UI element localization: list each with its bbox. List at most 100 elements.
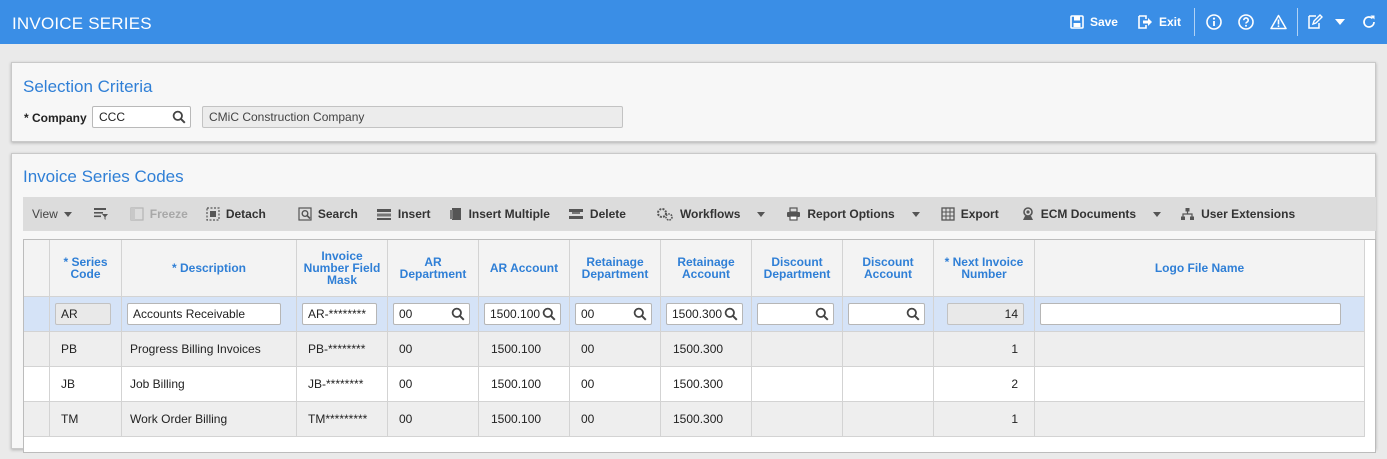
insert-multiple-icon <box>449 208 461 220</box>
search-icon[interactable] <box>633 307 647 321</box>
discount-department-cell <box>752 367 843 402</box>
table-row[interactable]: AR Accounts Receivable AR-******** 00 15… <box>24 297 1375 332</box>
row-selector[interactable] <box>24 332 50 367</box>
next-invoice-number-cell: 1 <box>934 402 1035 437</box>
column-header-retainage-department[interactable]: Retainage Department <box>570 240 661 297</box>
detach-button[interactable]: Detach <box>197 197 275 231</box>
retainage-account-cell: 1500.300 <box>661 402 752 437</box>
invoice-series-codes-heading: Invoice Series Codes <box>23 167 184 186</box>
user-extensions-button[interactable]: User Extensions <box>1171 197 1304 231</box>
ecm-documents-button[interactable]: ECM Documents <box>1012 197 1145 231</box>
edit-button[interactable] <box>1301 0 1329 44</box>
column-header-series-code[interactable]: * Series Code <box>50 240 122 297</box>
workflows-dropdown[interactable] <box>749 197 771 231</box>
search-icon[interactable] <box>451 307 465 321</box>
info-button[interactable] <box>1198 0 1230 44</box>
ar-department-cell: 00 <box>388 402 479 437</box>
warning-icon <box>1269 14 1287 30</box>
report-options-dropdown[interactable] <box>904 197 926 231</box>
warning-button[interactable] <box>1262 0 1294 44</box>
retainage-account-input[interactable]: 1500.300 <box>666 303 743 325</box>
help-button[interactable] <box>1230 0 1262 44</box>
chevron-down-icon <box>1153 211 1162 217</box>
discount-account-input[interactable] <box>848 303 925 325</box>
freeze-label: Freeze <box>149 207 188 221</box>
ar-department-cell: 00 <box>388 332 479 367</box>
column-header-description[interactable]: * Description <box>122 240 297 297</box>
exit-label: Exit <box>1158 15 1181 29</box>
row-selector[interactable] <box>24 402 50 437</box>
column-header-discount-account[interactable]: Discount Account <box>843 240 934 297</box>
view-menu[interactable]: View <box>23 197 81 231</box>
table-row[interactable]: TM Work Order Billing TM********* 00 150… <box>24 402 1375 437</box>
logo-file-name-input[interactable] <box>1040 303 1341 325</box>
column-header-retainage-account[interactable]: Retainage Account <box>661 240 752 297</box>
discount-account-cell <box>843 402 934 437</box>
delete-icon <box>568 209 583 219</box>
column-header-next-invoice-number[interactable]: * Next Invoice Number <box>934 240 1035 297</box>
retainage-account-cell: 1500.300 <box>661 332 752 367</box>
ar-account-value: 1500.100 <box>490 307 541 321</box>
title-bar: INVOICE SERIES Save Exit <box>0 0 1387 44</box>
column-header-ar-account[interactable]: AR Account <box>479 240 570 297</box>
freeze-button[interactable]: Freeze <box>121 197 197 231</box>
export-button[interactable]: Export <box>932 197 1008 231</box>
delete-button[interactable]: Delete <box>559 197 635 231</box>
edit-menu-dropdown[interactable] <box>1329 0 1351 44</box>
logo-file-name-cell <box>1035 367 1365 402</box>
retainage-department-value: 00 <box>581 307 595 321</box>
insert-multiple-label: Insert Multiple <box>468 207 550 221</box>
column-header-invoice-mask[interactable]: Invoice Number Field Mask <box>297 240 388 297</box>
mask-cell: JB-******** <box>297 367 388 402</box>
exit-button[interactable]: Exit <box>1128 0 1191 44</box>
search-icon[interactable] <box>815 307 829 321</box>
ar-department-input[interactable]: 00 <box>393 303 470 325</box>
description-input[interactable]: Accounts Receivable <box>127 303 281 325</box>
row-selector[interactable] <box>24 297 50 332</box>
grid-toolbar: View Freeze Detach Search Insert Insert … <box>23 197 1376 231</box>
save-button[interactable]: Save <box>1060 0 1128 44</box>
search-button[interactable]: Search <box>289 197 367 231</box>
ecm-documents-label: ECM Documents <box>1040 207 1137 221</box>
company-name-field: CMiC Construction Company <box>202 106 623 128</box>
table-row[interactable]: PB Progress Billing Invoices PB-********… <box>24 332 1375 367</box>
filter-button[interactable] <box>81 197 121 231</box>
discount-department-input[interactable] <box>757 303 834 325</box>
search-icon[interactable] <box>172 110 186 124</box>
discount-account-cell <box>843 297 934 332</box>
logo-file-name-cell <box>1035 402 1365 437</box>
mask-cell: TM********* <box>297 402 388 437</box>
discount-department-cell <box>752 402 843 437</box>
column-header-ar-department[interactable]: AR Department <box>388 240 479 297</box>
series-code-cell: TM <box>50 402 122 437</box>
row-selector[interactable] <box>24 367 50 402</box>
table-row[interactable]: JB Job Billing JB-******** 00 1500.100 0… <box>24 367 1375 402</box>
company-name-value: CMiC Construction Company <box>209 110 365 124</box>
ar-account-input[interactable]: 1500.100 <box>484 303 561 325</box>
discount-department-cell <box>752 332 843 367</box>
ar-department-value: 00 <box>399 307 413 321</box>
description-cell: Accounts Receivable <box>122 297 297 332</box>
ar-department-cell: 00 <box>388 367 479 402</box>
report-options-button[interactable]: Report Options <box>777 197 903 231</box>
search-icon[interactable] <box>542 307 556 321</box>
workflows-label: Workflows <box>679 207 741 221</box>
mask-input[interactable]: AR-******** <box>302 303 377 325</box>
insert-button[interactable]: Insert <box>367 197 440 231</box>
search-icon[interactable] <box>724 307 738 321</box>
workflows-button[interactable]: Workflows <box>647 197 749 231</box>
next-invoice-number-cell: 2 <box>934 367 1035 402</box>
exit-icon <box>1138 15 1152 29</box>
retainage-account-cell: 1500.300 <box>661 367 752 402</box>
column-header-discount-department[interactable]: Discount Department <box>752 240 843 297</box>
refresh-icon <box>1363 15 1375 28</box>
insert-multiple-button[interactable]: Insert Multiple <box>440 197 559 231</box>
company-code-input[interactable]: CCC <box>92 106 191 128</box>
column-header-logo-file-name[interactable]: Logo File Name <box>1035 240 1365 297</box>
refresh-button[interactable] <box>1351 0 1387 44</box>
info-icon <box>1206 14 1222 30</box>
ecm-documents-dropdown[interactable] <box>1145 197 1167 231</box>
discount-account-cell <box>843 332 934 367</box>
retainage-department-input[interactable]: 00 <box>575 303 652 325</box>
search-icon[interactable] <box>906 307 920 321</box>
